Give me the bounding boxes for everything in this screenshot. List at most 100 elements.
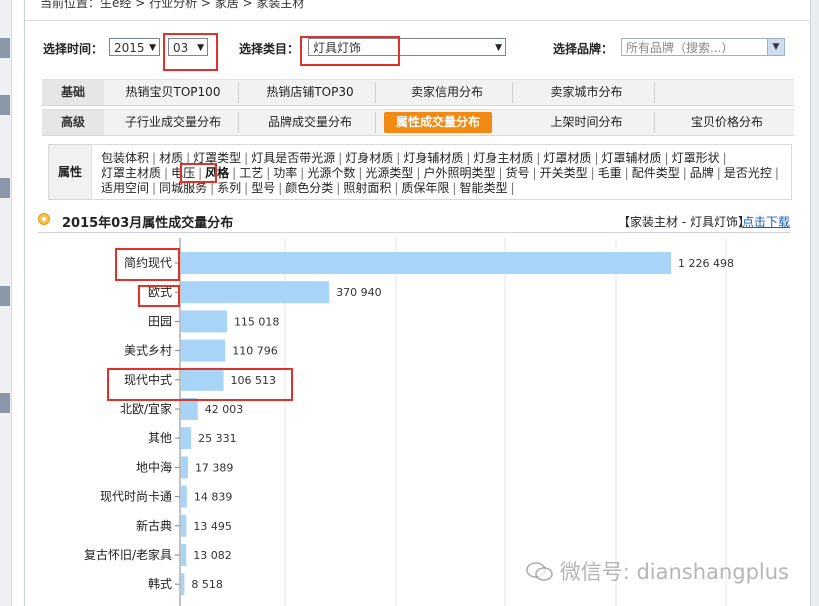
separator: | — [152, 181, 157, 195]
bar-category-label: 其他 — [148, 431, 172, 445]
separator: | — [532, 166, 537, 180]
attribute-option[interactable]: 品牌 — [690, 166, 714, 180]
attribute-option[interactable]: 配件类型 — [632, 166, 680, 180]
bar-value-label: 13 495 — [193, 520, 232, 533]
tab-price[interactable]: 宝贝价格分布 — [662, 112, 792, 133]
bar-value-label: 14 839 — [194, 491, 233, 504]
separator: | — [336, 181, 341, 195]
chart-svg: 简约现代 1 226 498 欧式 370 940 田园 115 018 美式乡村 110 7… — [84, 238, 734, 606]
attribute-option[interactable]: 灯身材质 — [345, 151, 393, 165]
bar-category-label: 地中海 — [136, 459, 172, 474]
separator: | — [510, 181, 515, 195]
attribute-label: 属性 — [49, 145, 92, 199]
bar-value-label: 25 331 — [198, 432, 237, 445]
attribute-option[interactable]: 光源类型 — [365, 166, 413, 180]
attribute-option[interactable]: 质保年限 — [401, 181, 449, 195]
download-link[interactable]: 点击下载 — [742, 213, 790, 230]
tab-hot-shops[interactable]: 热销店铺TOP30 — [245, 82, 376, 103]
strip-marker — [0, 286, 10, 306]
attribute-option[interactable]: 户外照明类型 — [423, 166, 495, 180]
tab-hot-items[interactable]: 热销宝贝TOP100 — [108, 82, 239, 103]
separator: | — [358, 166, 363, 180]
separator: | — [682, 166, 687, 180]
separator: | — [186, 151, 191, 165]
attribute-option[interactable]: 毛重 — [598, 166, 622, 180]
separator: | — [338, 151, 343, 165]
bar-category-label: 复古怀旧/老家具 — [84, 547, 172, 562]
filter-bar: 选择时间： 2015 ▼ 03 ▼ 选择类目： 灯具灯饰 ▼ 选择品牌： 所有品… — [25, 30, 811, 68]
attribute-list: 包装体积 | 材质 | 灯罩类型 | 灯具是否带光源 | 灯身材质 | 灯身辅材质 | 灯身主材质 | 灯罩… — [101, 151, 791, 196]
brand-search-input[interactable]: 所有品牌（搜索...） ▼ — [621, 38, 785, 56]
tab-brand[interactable]: 品牌成交量分布 — [245, 112, 376, 133]
brand-label: 选择品牌： — [553, 42, 614, 56]
bar-category-label: 韩式 — [148, 576, 172, 591]
separator: | — [394, 181, 399, 195]
attribute-option[interactable]: 灯身辅材质 — [403, 151, 463, 165]
attribute-option[interactable]: 颜色分类 — [285, 181, 333, 195]
strip-marker — [0, 393, 10, 413]
right-scrollbar[interactable] — [810, 0, 819, 606]
chevron-down-icon: ▼ — [495, 43, 502, 53]
attribute-option[interactable]: 适用空间 — [101, 181, 149, 195]
chart-header: 2015年03月属性成交量分布 【家装主材 - 灯具灯饰】 点击下载 — [38, 208, 790, 233]
chevron-down-icon[interactable]: ▼ — [767, 39, 784, 55]
attribute-option[interactable]: 货号 — [506, 166, 530, 180]
attribute-option[interactable]: 型号 — [251, 181, 275, 195]
attribute-option[interactable]: 电压 — [171, 166, 195, 180]
year-select[interactable]: 2015 ▼ — [109, 38, 160, 56]
tab-row-basic: 基础 热销宝贝TOP100 热销店铺TOP30 卖家信用分布 卖家城市分布 — [42, 79, 794, 106]
attribute-option[interactable]: 同城服务 — [159, 181, 207, 195]
attribute-option[interactable]: 包装体积 — [101, 151, 149, 165]
bullet-icon — [38, 213, 50, 225]
attribute-option[interactable]: 材质 — [159, 151, 183, 165]
tab-seller-city[interactable]: 卖家城市分布 — [519, 82, 655, 103]
attribute-option[interactable]: 工艺 — [239, 166, 263, 180]
tab-attribute[interactable]: 属性成交量分布 — [384, 112, 492, 133]
bar — [181, 368, 224, 391]
time-label: 选择时间： — [43, 42, 104, 56]
attribute-option[interactable]: 灯罩辅材质 — [602, 151, 662, 165]
attribute-option[interactable]: 灯身主材质 — [473, 151, 533, 165]
attribute-option[interactable]: 灯罩主材质 — [101, 166, 161, 180]
bar — [181, 427, 192, 450]
attribute-option[interactable]: 灯具是否带光源 — [251, 151, 335, 165]
separator: | — [244, 181, 249, 195]
separator: | — [244, 151, 249, 165]
attribute-option[interactable]: 是否光控 — [724, 166, 772, 180]
bar-category-label: 现代时尚卡通 — [100, 490, 172, 504]
attribute-option[interactable]: 照射面积 — [343, 181, 391, 195]
bar-value-label: 110 796 — [232, 345, 278, 358]
bar — [181, 456, 188, 479]
bar-category-label: 现代中式 — [124, 372, 172, 387]
attribute-option[interactable]: 灯罩形状 — [672, 151, 720, 165]
bar — [181, 339, 226, 362]
wechat-icon — [525, 562, 553, 581]
bar-category-label: 简约现代 — [124, 255, 172, 270]
separator: | — [396, 151, 401, 165]
year-value: 2015 — [114, 41, 145, 55]
tab-subindustry[interactable]: 子行业成交量分布 — [108, 112, 239, 133]
attribute-option[interactable]: 光源个数 — [307, 166, 355, 180]
attribute-option[interactable]: 开关类型 — [540, 166, 588, 180]
attribute-option[interactable]: 灯罩材质 — [543, 151, 591, 165]
attribute-option[interactable]: 智能类型 — [459, 181, 507, 195]
brand-placeholder: 所有品牌（搜索...） — [626, 41, 734, 55]
tab-group-label: 基础 — [42, 80, 104, 105]
bar-value-label: 17 389 — [195, 461, 234, 474]
separator: | — [624, 166, 629, 180]
attribute-option[interactable]: 系列 — [217, 181, 241, 195]
separator: | — [536, 151, 541, 165]
attribute-option[interactable]: 灯罩类型 — [193, 151, 241, 165]
bar-value-label: 115 018 — [234, 315, 279, 328]
chevron-down-icon: ▼ — [149, 43, 156, 53]
tab-listing-time[interactable]: 上架时间分布 — [519, 112, 655, 133]
bar-category-label: 新古典 — [136, 518, 172, 533]
month-select[interactable]: 03 ▼ — [168, 38, 208, 56]
chart-title: 2015年03月属性成交量分布 — [62, 216, 234, 231]
tab-seller-credit[interactable]: 卖家信用分布 — [382, 82, 513, 103]
attribute-option[interactable]: 功率 — [273, 166, 297, 180]
attribute-option[interactable]: 风格 — [205, 166, 229, 180]
bar-chart: 简约现代 1 226 498 欧式 370 940 田园 115 018 美式乡村 110 7… — [38, 238, 788, 606]
category-select[interactable]: 灯具灯饰 ▼ — [308, 38, 506, 56]
bar — [181, 544, 187, 566]
